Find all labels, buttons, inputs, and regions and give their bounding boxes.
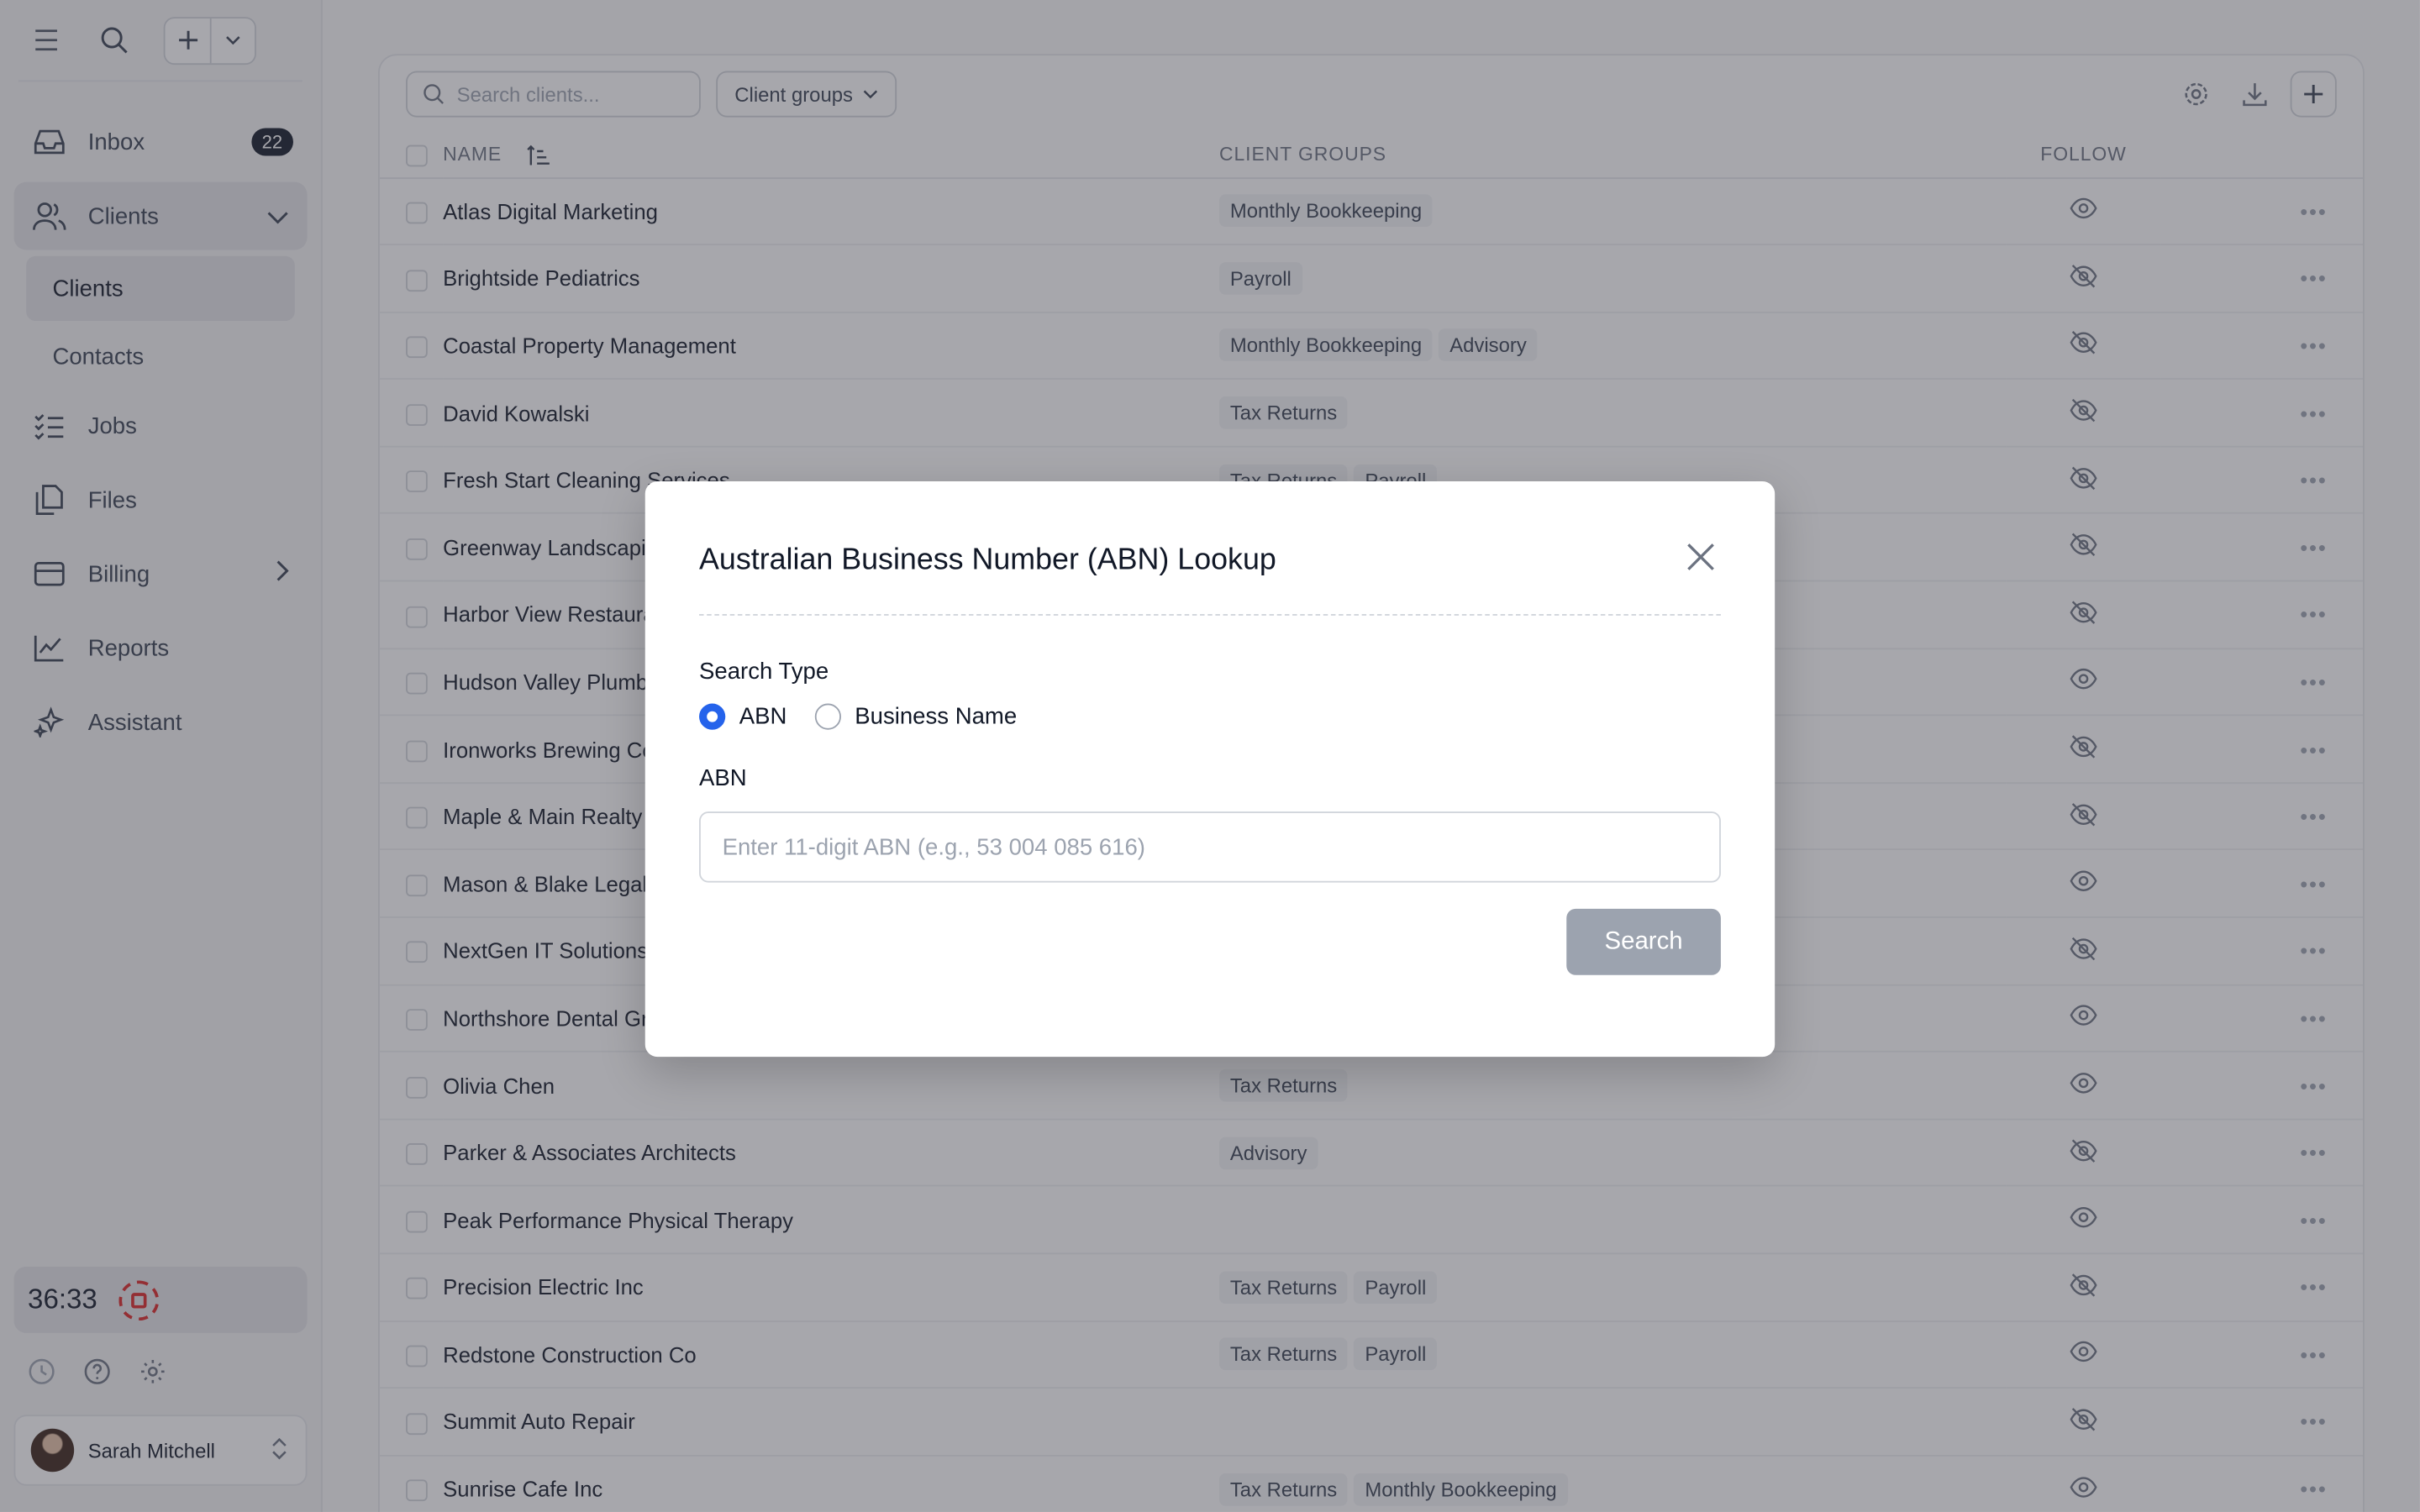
modal-backdrop[interactable]: Australian Business Number (ABN) Lookup … (0, 0, 2420, 1512)
abn-lookup-dialog: Australian Business Number (ABN) Lookup … (644, 481, 1776, 1058)
abn-field-label: ABN (699, 765, 747, 792)
dialog-title: Australian Business Number (ABN) Lookup (699, 543, 1276, 577)
search-type-label: Search Type (699, 659, 829, 685)
close-icon[interactable] (1684, 540, 1718, 574)
radio-abn-label[interactable]: ABN (739, 704, 787, 730)
search-button[interactable]: Search (1566, 908, 1721, 975)
radio-business-name-label[interactable]: Business Name (855, 704, 1017, 730)
abn-input[interactable] (699, 811, 1721, 883)
divider (699, 614, 1721, 616)
search-type-radio-group: ABN Business Name (699, 703, 1017, 730)
radio-business-name[interactable] (814, 703, 841, 730)
radio-abn[interactable] (699, 703, 726, 730)
